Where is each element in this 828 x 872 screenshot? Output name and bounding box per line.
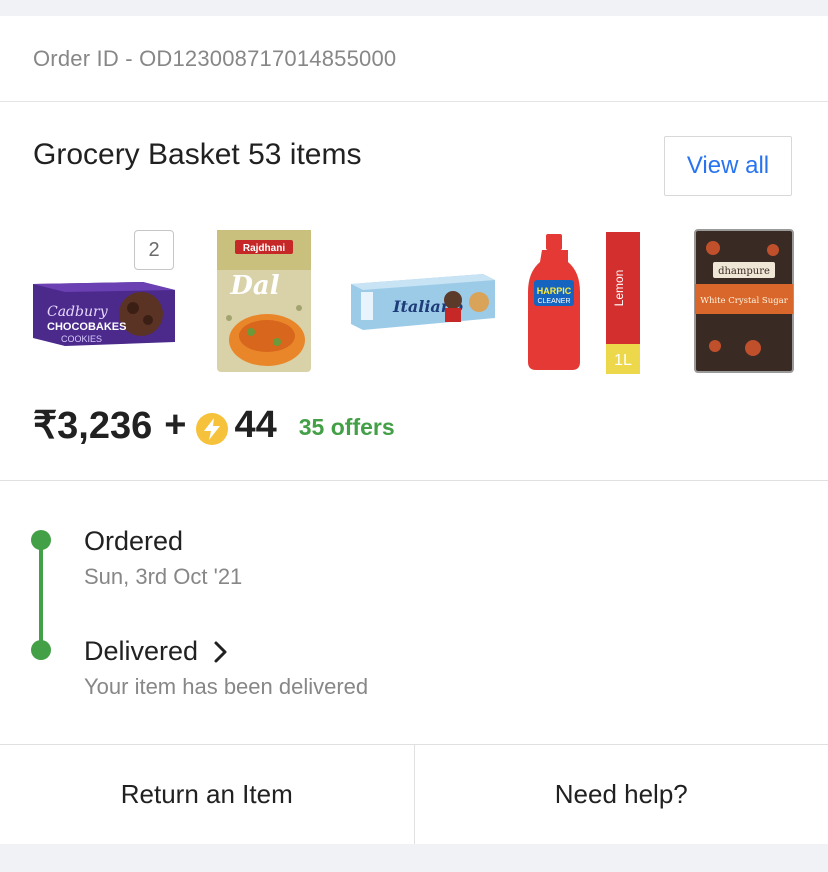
product-brand-harpic: HARPIC [537, 286, 572, 296]
basket-title: Grocery Basket 53 items [33, 138, 362, 171]
product-label-dal: Dal [229, 271, 279, 301]
return-item-button[interactable]: Return an Item [0, 745, 414, 844]
product-label-harpic: CLEANER [537, 298, 570, 305]
order-card: Order ID - OD123008717014855000 Grocery … [0, 16, 828, 844]
view-all-button[interactable]: View all [664, 136, 792, 196]
product-sublabel-cadbury: COOKIES [61, 334, 102, 344]
product-size-harpic: 1L [614, 352, 632, 369]
step-ordered-date: Sun, 3rd Oct '21 [84, 564, 243, 589]
product-image-cadbury[interactable]: Cadbury CHOCOBAKES COOKIES [33, 262, 177, 358]
product-image-sugar[interactable]: dhampure White Crystal Sugar [693, 228, 795, 374]
tracking-line [39, 540, 43, 652]
chevron-right-icon [212, 640, 228, 664]
price-plus: + [164, 403, 187, 446]
product-brand-sugar: dhampure [718, 266, 770, 277]
need-help-button[interactable]: Need help? [413, 745, 828, 844]
product-image-italiano[interactable]: Italiano [351, 272, 496, 332]
ordered-label: Ordered [84, 526, 184, 556]
product-label-cadbury: CHOCOBAKES [47, 321, 126, 333]
quantity-badge: 2 [134, 230, 174, 270]
delivered-status-dot [31, 640, 51, 660]
step-delivered[interactable]: Delivered [84, 636, 228, 667]
product-brand-dal: Rajdhani [243, 243, 285, 254]
price-row: ₹3,236 + 44 35 offers [33, 400, 395, 450]
supercoin-icon [196, 413, 229, 445]
delivered-label: Delivered [84, 636, 199, 666]
product-brand-cadbury: Cadbury [47, 304, 109, 320]
product-variant-harpic: Lemon [612, 270, 626, 307]
offers-link[interactable]: 35 offers [299, 414, 395, 441]
product-label-sugar: White Crystal Sugar [700, 296, 789, 306]
product-image-dal[interactable]: Rajdhani Dal [215, 228, 313, 374]
section-divider [0, 480, 828, 481]
step-delivered-sub: Your item has been delivered [84, 674, 369, 699]
order-id: Order ID - OD123008717014855000 [33, 46, 397, 71]
product-image-harpic[interactable]: HARPIC CLEANER Lemon 1L [528, 232, 640, 374]
order-id-row: Order ID - OD123008717014855000 [0, 16, 828, 102]
ordered-status-dot [31, 530, 51, 550]
step-ordered-label: Ordered [84, 526, 183, 557]
action-buttons: Return an Item Need help? [0, 744, 828, 844]
supercoin-count: 44 [234, 403, 277, 446]
price-amount: ₹3,236 [33, 404, 153, 447]
